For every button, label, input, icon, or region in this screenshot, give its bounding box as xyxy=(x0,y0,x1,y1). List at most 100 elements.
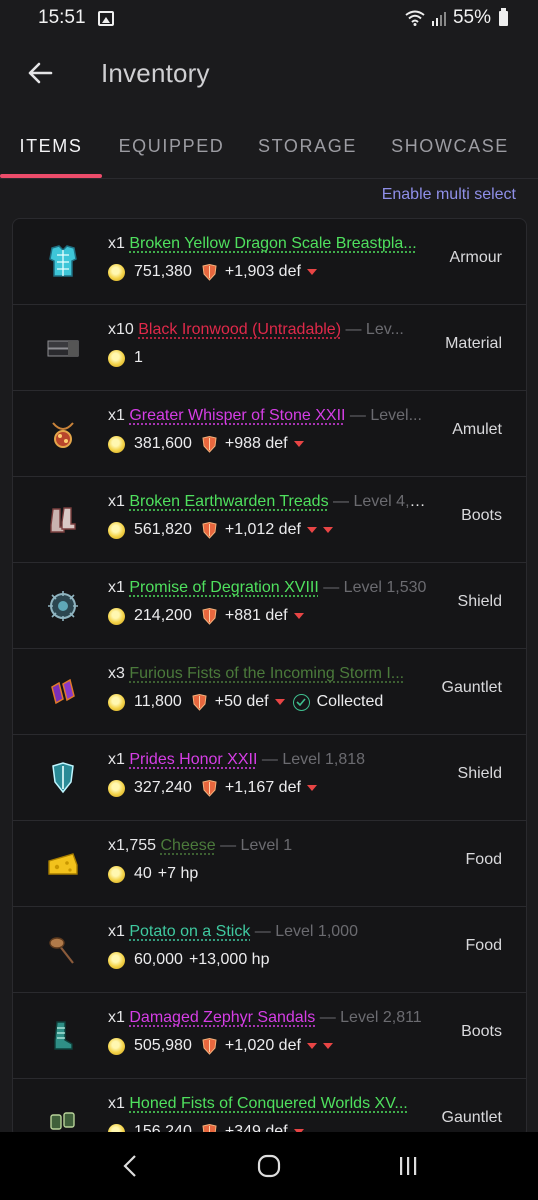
item-value: 561,820 xyxy=(134,521,192,538)
item-stat: +1,012 def xyxy=(224,521,301,538)
item-category: Amulet xyxy=(452,421,502,438)
inventory-row[interactable]: x10 Black Ironwood (Untradable) — Lev...… xyxy=(13,305,526,391)
app-bar: Inventory xyxy=(0,36,538,110)
item-value: 381,600 xyxy=(134,435,192,452)
nav-home-button[interactable] xyxy=(244,1146,294,1186)
stat-down-arrow-icon xyxy=(293,613,304,619)
item-title-line: x1 Prides Honor XXII — Level 1,818 xyxy=(108,751,428,769)
item-quantity: x10 xyxy=(108,321,134,338)
item-name[interactable]: Honed Fists of Conquered Worlds XV... xyxy=(129,1095,407,1112)
item-title-line: x1 Potato on a Stick — Level 1,000 xyxy=(108,923,428,941)
gold-coin-icon xyxy=(108,865,125,883)
tab-equipped[interactable]: EQUIPPED xyxy=(102,122,241,170)
item-quantity: x1 xyxy=(108,493,125,510)
item-name[interactable]: Greater Whisper of Stone XXII xyxy=(129,407,345,424)
item-category: Boots xyxy=(461,507,502,524)
item-name[interactable]: Cheese xyxy=(161,837,216,854)
defense-shield-icon xyxy=(192,693,207,711)
item-name[interactable]: Furious Fists of the Incoming Storm I... xyxy=(129,665,404,682)
item-level: — Level 4,0... xyxy=(333,493,428,510)
inventory-row[interactable]: x1,755 Cheese — Level 1 40 +7 hp Food xyxy=(13,821,526,907)
item-name[interactable]: Potato on a Stick xyxy=(129,923,250,940)
item-name[interactable]: Black Ironwood (Untradable) xyxy=(138,321,341,338)
item-level: — Lev... xyxy=(345,321,404,338)
tab-showcase[interactable]: SHOWCASE xyxy=(374,122,526,170)
amulet-icon xyxy=(45,416,81,452)
item-stats-line: 40 +7 hp xyxy=(108,865,198,883)
inventory-row[interactable]: x1 Greater Whisper of Stone XXII — Level… xyxy=(13,391,526,477)
back-button[interactable] xyxy=(20,53,60,93)
sandals-icon xyxy=(45,1018,81,1054)
inventory-row[interactable]: x3 Furious Fists of the Incoming Storm I… xyxy=(13,649,526,735)
nav-recents-button[interactable] xyxy=(383,1146,433,1186)
item-stat: +1,167 def xyxy=(224,779,301,796)
kite-shield-icon xyxy=(45,760,81,796)
stat-down-arrow-icon xyxy=(306,269,317,275)
item-category: Food xyxy=(465,851,502,868)
inventory-row[interactable]: x1 Potato on a Stick — Level 1,000 60,000… xyxy=(13,907,526,993)
wifi-icon xyxy=(405,10,425,26)
item-name[interactable]: Broken Earthwarden Treads xyxy=(129,493,328,510)
page-title: Inventory xyxy=(101,57,210,88)
item-title-line: x3 Furious Fists of the Incoming Storm I… xyxy=(108,665,428,683)
item-category: Armour xyxy=(449,249,502,266)
nav-back-button[interactable] xyxy=(105,1146,155,1186)
gold-coin-icon xyxy=(108,349,125,367)
signal-icon xyxy=(431,11,446,26)
item-stat: +13,000 hp xyxy=(188,951,270,968)
item-category: Gauntlet xyxy=(441,1109,502,1126)
gold-coin-icon xyxy=(108,951,125,969)
item-name[interactable]: Damaged Zephyr Sandals xyxy=(129,1009,315,1026)
defense-shield-icon xyxy=(202,435,217,453)
item-quantity: x1 xyxy=(108,923,125,940)
item-quantity: x1 xyxy=(108,579,125,596)
boots-icon xyxy=(45,502,81,538)
stat-down-arrow-icon xyxy=(306,527,317,533)
inventory-row[interactable]: x1 Honed Fists of Conquered Worlds XV...… xyxy=(13,1079,526,1137)
item-quantity: x1 xyxy=(108,407,125,424)
gauntlet-icon xyxy=(45,674,81,710)
stat-down-arrow-icon xyxy=(306,1043,317,1049)
ironwood-log-icon xyxy=(45,330,81,366)
tab-storage[interactable]: STORAGE xyxy=(241,122,374,170)
item-name[interactable]: Promise of Degration XVIII xyxy=(129,579,318,596)
item-stats-line: 1 xyxy=(108,349,143,367)
item-title-line: x1 Honed Fists of Conquered Worlds XV... xyxy=(108,1095,428,1113)
item-name[interactable]: Broken Yellow Dragon Scale Breastpla... xyxy=(129,235,416,252)
item-value: 505,980 xyxy=(134,1037,192,1054)
item-quantity: x1 xyxy=(108,1095,125,1112)
enable-multi-select-link[interactable]: Enable multi select xyxy=(382,182,516,208)
item-title-line: x1 Greater Whisper of Stone XXII — Level… xyxy=(108,407,428,425)
round-shield-icon xyxy=(45,588,81,624)
item-value: 327,240 xyxy=(134,779,192,796)
inventory-row[interactable]: x1 Damaged Zephyr Sandals — Level 2,811 5… xyxy=(13,993,526,1079)
item-value: 214,200 xyxy=(134,607,192,624)
home-circle-icon xyxy=(257,1154,281,1178)
system-nav-bar xyxy=(0,1132,538,1200)
tab-items[interactable]: ITEMS xyxy=(0,122,102,170)
item-stats-line: 11,800 +50 def Collected xyxy=(108,693,383,711)
inventory-row[interactable]: x1 Promise of Degration XVIII — Level 1,… xyxy=(13,563,526,649)
item-stat: +7 hp xyxy=(157,865,199,882)
item-name[interactable]: Prides Honor XXII xyxy=(129,751,257,768)
inventory-row[interactable]: x1 Prides Honor XXII — Level 1,818 327,24… xyxy=(13,735,526,821)
item-stat: +50 def xyxy=(214,693,269,710)
item-stats-line: 751,380 +1,903 def xyxy=(108,263,317,281)
inventory-row[interactable]: x1 Broken Earthwarden Treads — Level 4,0… xyxy=(13,477,526,563)
inventory-row[interactable]: x1 Broken Yellow Dragon Scale Breastpla.… xyxy=(13,219,526,305)
item-quantity: x1 xyxy=(108,751,125,768)
inventory-list: x1 Broken Yellow Dragon Scale Breastpla.… xyxy=(12,218,527,1138)
item-level: — Level 1 xyxy=(220,837,293,854)
gold-coin-icon xyxy=(108,435,125,453)
breastplate-icon xyxy=(45,244,81,280)
defense-shield-icon xyxy=(202,607,217,625)
stat-down-arrow-icon xyxy=(322,527,333,533)
item-stats-line: 505,980 +1,020 def xyxy=(108,1037,333,1055)
potato-stick-icon xyxy=(45,932,81,968)
item-category: Shield xyxy=(457,765,502,782)
item-title-line: x10 Black Ironwood (Untradable) — Lev... xyxy=(108,321,428,339)
item-quantity: x1 xyxy=(108,1009,125,1026)
item-title-line: x1 Broken Yellow Dragon Scale Breastpla.… xyxy=(108,235,428,253)
item-stat: +1,020 def xyxy=(224,1037,301,1054)
stat-down-arrow-icon xyxy=(322,1043,333,1049)
